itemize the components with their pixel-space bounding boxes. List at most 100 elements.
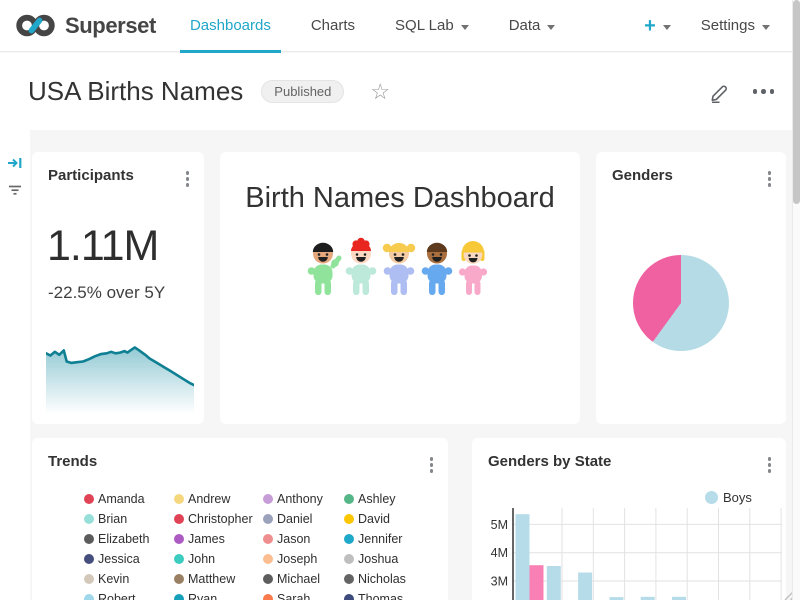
- nav-item-dashboards[interactable]: Dashboards: [170, 0, 291, 52]
- chevron-down-icon: [547, 25, 555, 30]
- legend-item-matthew[interactable]: Matthew: [174, 572, 263, 586]
- legend-item-joseph[interactable]: Joseph: [263, 552, 344, 566]
- genders-pie-chart[interactable]: [633, 255, 729, 351]
- legend-item-joshua[interactable]: Joshua: [344, 552, 438, 566]
- more-actions-icon[interactable]: [753, 89, 775, 94]
- legend-item-elizabeth[interactable]: Elizabeth: [84, 532, 174, 546]
- legend-item-ashley[interactable]: Ashley: [344, 492, 438, 506]
- children-illustration: [305, 236, 495, 300]
- big-number-subheader: -22.5% over 5Y: [48, 283, 165, 303]
- legend-swatch: [344, 514, 354, 524]
- legend-swatch: [84, 494, 94, 504]
- legend-item-jessica[interactable]: Jessica: [84, 552, 174, 566]
- legend-swatch: [344, 574, 354, 584]
- header-actions: [709, 81, 775, 103]
- legend-label: Daniel: [277, 512, 312, 526]
- sparkline-area: [46, 347, 194, 414]
- legend-item-thomas[interactable]: Thomas: [344, 592, 438, 600]
- legend-label: John: [188, 552, 215, 566]
- genders-card: Genders: [596, 152, 786, 424]
- legend-label: Jessica: [98, 552, 140, 566]
- legend-item-amanda[interactable]: Amanda: [84, 492, 174, 506]
- legend-swatch: [84, 514, 94, 524]
- markdown-card: Birth Names Dashboard: [220, 152, 580, 424]
- superset-logo[interactable]: Superset: [14, 11, 156, 40]
- kebab-menu-icon[interactable]: [184, 169, 192, 189]
- legend-label: Brian: [98, 512, 127, 526]
- legend-label: Andrew: [188, 492, 230, 506]
- legend-item-jason[interactable]: Jason: [263, 532, 344, 546]
- trends-legend: Amanda Andrew AnthonyAshley Brian Christophe…: [84, 489, 438, 600]
- y-axis-tick: 3M: [491, 575, 508, 589]
- superset-infinity-icon: [14, 11, 58, 40]
- chevron-down-icon: [461, 25, 469, 30]
- legend-label: Joseph: [277, 552, 317, 566]
- legend-label: Thomas: [358, 592, 403, 600]
- participants-card: Participants 1.11M -22.5% over 5Y: [32, 152, 204, 424]
- bar-boys[interactable]: [547, 566, 561, 600]
- dashboard-header: USA Births Names Published ☆: [0, 53, 800, 130]
- legend-label: Robert: [98, 592, 136, 600]
- legend-item-john[interactable]: John: [174, 552, 263, 566]
- plus-icon: +: [644, 16, 656, 36]
- legend-item-david[interactable]: David: [344, 512, 438, 526]
- legend-item-jennifer[interactable]: Jennifer: [344, 532, 438, 546]
- legend-label: Sarah: [277, 592, 310, 600]
- scrollbar-thumb[interactable]: [793, 0, 800, 204]
- legend-item-brian[interactable]: Brian: [84, 512, 174, 526]
- legend-item-christopher[interactable]: Christopher: [174, 512, 263, 526]
- legend-swatch: [263, 554, 273, 564]
- chart-title: Genders: [612, 167, 673, 184]
- legend-label: Christopher: [188, 512, 253, 526]
- legend-label: Elizabeth: [98, 532, 149, 546]
- filter-list-icon[interactable]: [7, 182, 23, 198]
- kebab-menu-icon[interactable]: [766, 169, 774, 189]
- legend-swatch: [174, 594, 184, 600]
- big-number-value: 1.11M: [47, 222, 158, 271]
- legend-label: Amanda: [98, 492, 145, 506]
- bar-boys[interactable]: [516, 514, 530, 600]
- settings-menu[interactable]: Settings: [701, 17, 770, 34]
- edit-pencil-icon[interactable]: [709, 81, 731, 103]
- legend-item-andrew[interactable]: Andrew: [174, 492, 263, 506]
- legend-label: Michael: [277, 572, 320, 586]
- bar-boys[interactable]: [578, 573, 592, 600]
- legend-swatch: [84, 534, 94, 544]
- page-title: USA Births Names: [28, 76, 243, 107]
- favorite-star-icon[interactable]: ☆: [370, 81, 390, 103]
- legend-item-james[interactable]: James: [174, 532, 263, 546]
- legend-item-anthony[interactable]: Anthony: [263, 492, 344, 506]
- genders-by-state-bar-chart: 5M4M3M: [472, 438, 786, 600]
- legend-swatch: [174, 514, 184, 524]
- legend-item-robert[interactable]: Robert: [84, 592, 174, 600]
- bar-girls[interactable]: [530, 565, 544, 600]
- legend-item-nicholas[interactable]: Nicholas: [344, 572, 438, 586]
- legend-swatch: [84, 554, 94, 564]
- nav-item-sql-lab[interactable]: SQL Lab: [375, 0, 489, 52]
- scrollbar-track[interactable]: [792, 0, 800, 600]
- legend-swatch: [174, 534, 184, 544]
- new-item-button[interactable]: +: [644, 16, 671, 36]
- brand-name: Superset: [65, 13, 156, 39]
- legend-item-daniel[interactable]: Daniel: [263, 512, 344, 526]
- legend-item-michael[interactable]: Michael: [263, 572, 344, 586]
- legend-swatch: [344, 534, 354, 544]
- legend-swatch: [263, 494, 273, 504]
- expand-filter-bar-icon[interactable]: [7, 155, 23, 171]
- nav-item-data[interactable]: Data: [489, 0, 576, 52]
- kebab-menu-icon[interactable]: [428, 455, 436, 475]
- superset-dashboard-app: Superset Dashboards Charts SQL Lab Data …: [0, 0, 800, 600]
- nav-item-charts[interactable]: Charts: [291, 0, 375, 52]
- filter-bar-collapsed: [0, 130, 30, 600]
- published-badge[interactable]: Published: [261, 80, 344, 103]
- legend-item-sarah[interactable]: Sarah: [263, 592, 344, 600]
- legend-item-ryan[interactable]: Ryan: [174, 592, 263, 600]
- legend-swatch: [263, 534, 273, 544]
- top-navbar: Superset Dashboards Charts SQL Lab Data …: [0, 0, 800, 52]
- chevron-down-icon: [762, 25, 770, 30]
- chart-title: Participants: [48, 167, 134, 184]
- legend-item-kevin[interactable]: Kevin: [84, 572, 174, 586]
- legend-label: David: [358, 512, 390, 526]
- chart-title: Trends: [48, 453, 97, 470]
- legend-swatch: [344, 594, 354, 600]
